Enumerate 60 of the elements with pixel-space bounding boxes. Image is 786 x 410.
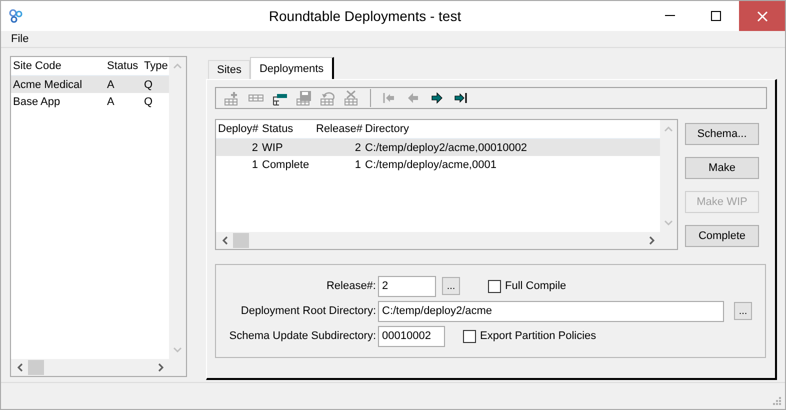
column-header[interactable]: Status	[105, 60, 142, 72]
tab[interactable]: Deployments	[250, 57, 334, 80]
column-header[interactable]: Directory	[363, 123, 623, 136]
table-row[interactable]: 1 Complete 1 C:/temp/deploy/acme,0001	[216, 156, 660, 174]
table-cell-text: C:/temp/deploy2/acme,00010002	[364, 142, 528, 154]
column-header[interactable]: Status	[260, 123, 314, 136]
table-cell-text: 1	[250, 158, 259, 171]
browse-button[interactable]: ...	[734, 302, 752, 320]
table-cell-text: 1	[354, 158, 362, 171]
checkbox-label: Export Partition Policies	[480, 330, 596, 342]
scroll-up-icon[interactable]	[173, 63, 182, 70]
resize-grip-icon[interactable]	[771, 395, 781, 405]
table-row[interactable]: Acme Medical A Q	[11, 76, 169, 94]
scroll-thumb[interactable]	[233, 233, 249, 248]
scroll-left-icon[interactable]	[16, 363, 22, 372]
maximize-icon	[711, 11, 721, 21]
field-label: Schema Update Subdirectory:	[228, 330, 376, 342]
scroll-up-icon[interactable]	[664, 126, 673, 132]
table-cell-text: A	[106, 96, 116, 108]
table-row[interactable]: Base App A Q	[11, 93, 169, 110]
table-cell-text: 2	[250, 142, 259, 154]
column-header[interactable]: Site Code	[11, 60, 105, 72]
table-cell-text: Acme Medical	[12, 78, 84, 91]
close-icon	[756, 10, 768, 22]
input-field[interactable]: C:/temp/deploy2/acme	[378, 300, 724, 322]
next-icon[interactable]	[429, 90, 445, 106]
tab[interactable]: Sites	[208, 60, 250, 80]
menu-item[interactable]: File	[7, 33, 33, 46]
gears-icon	[9, 9, 23, 23]
action-button[interactable]: Make	[685, 157, 759, 180]
minimize-icon	[665, 15, 675, 17]
scroll-thumb[interactable]	[28, 360, 44, 376]
column-header[interactable]: Type	[142, 60, 169, 72]
action-button[interactable]: Schema...	[685, 123, 759, 146]
checkbox[interactable]	[488, 280, 501, 293]
table-row[interactable]: 2 WIP 2 C:/temp/deploy2/acme,00010002	[216, 139, 660, 156]
checkbox-label: Full Compile	[505, 280, 566, 292]
field-label: Release#:	[325, 280, 376, 292]
browse-button[interactable]: ...	[442, 277, 460, 296]
table-cell-text: WIP	[261, 142, 284, 154]
table-cell-text: 2	[354, 142, 362, 154]
table-cell-text: C:/temp/deploy/acme,0001	[364, 158, 498, 171]
input-field[interactable]: 00010002	[378, 326, 445, 347]
field-label: Deployment Root Directory:	[240, 305, 376, 318]
table-cell-text: Q	[143, 78, 154, 91]
scroll-right-icon[interactable]	[158, 363, 164, 372]
column-header[interactable]: Release#	[314, 123, 363, 136]
scroll-down-icon[interactable]	[173, 347, 182, 354]
scroll-right-icon[interactable]	[648, 236, 654, 246]
scroll-left-icon[interactable]	[222, 236, 228, 246]
scroll-down-icon[interactable]	[664, 220, 673, 226]
table-cell-text: A	[106, 78, 116, 91]
checkbox[interactable]	[463, 330, 476, 343]
action-button[interactable]: Complete	[685, 225, 759, 248]
window-title: Roundtable Deployments - test	[268, 8, 462, 24]
table-cell-text: Q	[143, 96, 154, 108]
table-cell-text: Base App	[12, 96, 62, 108]
input-field[interactable]: 2	[378, 276, 436, 297]
table-cell-text: Complete	[261, 158, 310, 171]
column-header[interactable]: Deploy#	[216, 123, 260, 136]
